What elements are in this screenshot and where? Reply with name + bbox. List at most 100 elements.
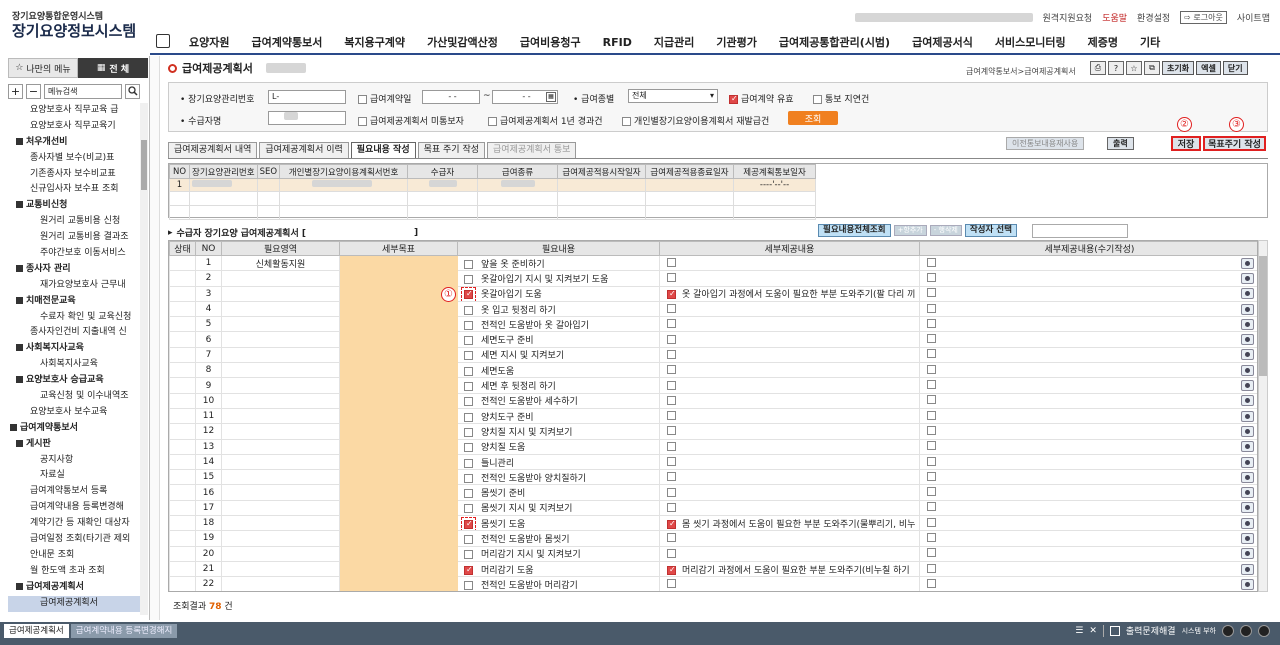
cell-goal[interactable] [339, 560, 458, 578]
nav-item-12[interactable]: 기타 [1129, 34, 1171, 50]
detail-checkbox[interactable] [667, 365, 676, 375]
writer-input[interactable] [1032, 224, 1128, 238]
settings-link[interactable]: 환경설정 [1137, 11, 1170, 24]
cell-goal[interactable] [339, 576, 458, 591]
sidebar-item[interactable]: 요양보호사 보수교육 [8, 405, 140, 421]
need-checkbox[interactable] [464, 382, 473, 392]
view-icon[interactable] [1241, 563, 1254, 575]
view-icon[interactable] [1241, 288, 1254, 300]
table-row[interactable]: 17 몸씻기 지시 및 지켜보기 [169, 499, 1257, 517]
detail-checkbox[interactable] [667, 502, 676, 512]
need-checkbox[interactable] [464, 427, 473, 437]
sidebar-item[interactable]: 요양보호사 승급교육 [8, 373, 140, 389]
window-tab-contract-change[interactable]: 급여계약내용 등록변경해지 [70, 624, 178, 638]
reissue-checkbox[interactable] [622, 117, 631, 126]
view-icon[interactable] [1241, 395, 1254, 407]
sidebar-item[interactable]: 종사자인건비 지출내역 신 [8, 325, 140, 341]
need-checkbox[interactable] [464, 274, 473, 284]
need-checkbox[interactable] [464, 489, 473, 499]
logout-button[interactable]: ⇨ 로그아웃 [1180, 11, 1227, 24]
plan-unreported-checkbox[interactable] [358, 117, 367, 126]
sidebar-item[interactable]: 게시판 [8, 437, 140, 453]
table-row[interactable]: 20 머리감기 지시 및 지켜보기 [169, 545, 1257, 562]
table-row[interactable]: 19 전적인 도움받아 몸씻기 [169, 530, 1257, 547]
table-row[interactable]: 16 몸씻기 준비 [169, 484, 1257, 501]
sidebar-item[interactable]: 공지사항 [8, 453, 140, 469]
close-button[interactable]: 닫기 [1222, 61, 1248, 75]
need-checkbox[interactable] [464, 443, 473, 453]
view-icon[interactable] [1241, 257, 1254, 269]
tab-3[interactable]: 목표 주기 작성 [417, 142, 486, 158]
view-icon[interactable] [1241, 364, 1254, 376]
sidebar-item[interactable]: 급여제공계획서 [8, 580, 140, 596]
sidebar-item[interactable]: 요양보호사 직무교육 급 [8, 103, 140, 119]
need-checkbox[interactable] [464, 397, 473, 407]
sidebar-item[interactable]: 월 한도액 초과 조회 [8, 564, 140, 580]
cell-goal[interactable] [339, 515, 458, 532]
detail-checkbox[interactable] [667, 472, 676, 482]
nav-item-4[interactable]: 급여비용청구 [509, 34, 592, 50]
benefit-type-select[interactable]: 전체 ▾ [628, 89, 718, 103]
notice-delay-checkbox[interactable] [813, 95, 822, 104]
need-checkbox[interactable] [464, 320, 473, 330]
detail-checkbox[interactable] [667, 411, 676, 421]
popup-icon[interactable]: ⧉ [1144, 61, 1160, 75]
detail-checkbox[interactable] [667, 395, 676, 405]
cell-goal[interactable] [339, 453, 458, 471]
sidebar-item[interactable]: 기존종사자 보수비교표 [8, 167, 140, 183]
manual-checkbox[interactable] [927, 288, 936, 298]
tab-2[interactable]: 필요내용 작성 [350, 142, 416, 158]
search-icon[interactable] [125, 83, 140, 99]
sidebar-item[interactable]: 사회복지사교육 [8, 341, 140, 357]
print-icon[interactable]: ⎙ [1090, 61, 1106, 75]
cell-goal[interactable] [339, 484, 458, 501]
cell-goal[interactable] [339, 285, 458, 302]
sidebar-item[interactable]: 교육신청 및 이수내역조 [8, 389, 140, 405]
search-button[interactable]: 조회 [788, 111, 838, 125]
cell-goal[interactable] [339, 499, 458, 517]
calendar-icon[interactable]: ▦ [546, 92, 556, 102]
view-icon[interactable] [1241, 318, 1254, 330]
view-icon[interactable] [1241, 548, 1254, 560]
sidebar-item[interactable]: 사회복지사교육 [8, 357, 140, 373]
nav-item-6[interactable]: 지급관리 [643, 34, 705, 50]
cell-goal[interactable] [339, 407, 458, 425]
nav-item-8[interactable]: 급여제공통합관리(시범) [768, 34, 901, 50]
sidebar-item[interactable]: 주야간보호 이동서비스 [8, 246, 140, 262]
manual-checkbox[interactable] [927, 471, 936, 481]
detail-checkbox[interactable] [667, 349, 676, 359]
view-icon[interactable] [1241, 303, 1254, 315]
sidebar-item[interactable]: 원거리 교통비용 신청 [8, 214, 140, 230]
table-row[interactable]: 12 양치질 지시 및 지켜보기 [169, 423, 1257, 440]
manual-checkbox[interactable] [927, 563, 936, 573]
print-button[interactable]: 출력 [1107, 137, 1134, 150]
manual-checkbox[interactable] [927, 548, 936, 558]
view-icon[interactable] [1241, 349, 1254, 361]
manual-checkbox[interactable] [927, 364, 936, 374]
manual-checkbox[interactable] [927, 441, 936, 451]
manual-checkbox[interactable] [927, 410, 936, 420]
nav-item-2[interactable]: 복지용구계약 [333, 34, 416, 50]
view-icon[interactable] [1241, 487, 1254, 499]
nav-item-10[interactable]: 서비스모니터링 [984, 34, 1077, 50]
view-icon[interactable] [1241, 425, 1254, 437]
cell-goal[interactable] [339, 469, 458, 486]
tab-1[interactable]: 급여제공계획서 이력 [259, 142, 349, 158]
cell-goal[interactable] [339, 438, 458, 455]
table-row[interactable]: 21 머리감기 도움 머리감기 과정에서 도움이 필요한 부분 도와주기(비누칠 하… [169, 560, 1257, 578]
manual-checkbox[interactable] [927, 318, 936, 328]
detail-checkbox[interactable] [667, 426, 676, 436]
sidebar-item[interactable]: 요양보호사 직무교육기 [8, 119, 140, 135]
view-icon[interactable] [1241, 517, 1254, 529]
menu-lines-icon[interactable]: ☰ [1075, 626, 1083, 636]
manual-checkbox[interactable] [927, 303, 936, 313]
need-checkbox[interactable] [464, 550, 473, 560]
cell-goal[interactable] [339, 545, 458, 562]
need-checkbox[interactable] [461, 287, 476, 301]
contract-valid-checkbox[interactable] [729, 94, 738, 104]
detail-checkbox[interactable] [667, 565, 676, 575]
manual-checkbox[interactable] [927, 578, 936, 588]
nav-item-7[interactable]: 기관평가 [705, 34, 767, 50]
table-row[interactable]: 1 신체활동지원 앞을 옷 준비하기 [169, 254, 1257, 272]
sidebar-item[interactable]: 급여일정 조회(타기관 제외 [8, 532, 140, 548]
